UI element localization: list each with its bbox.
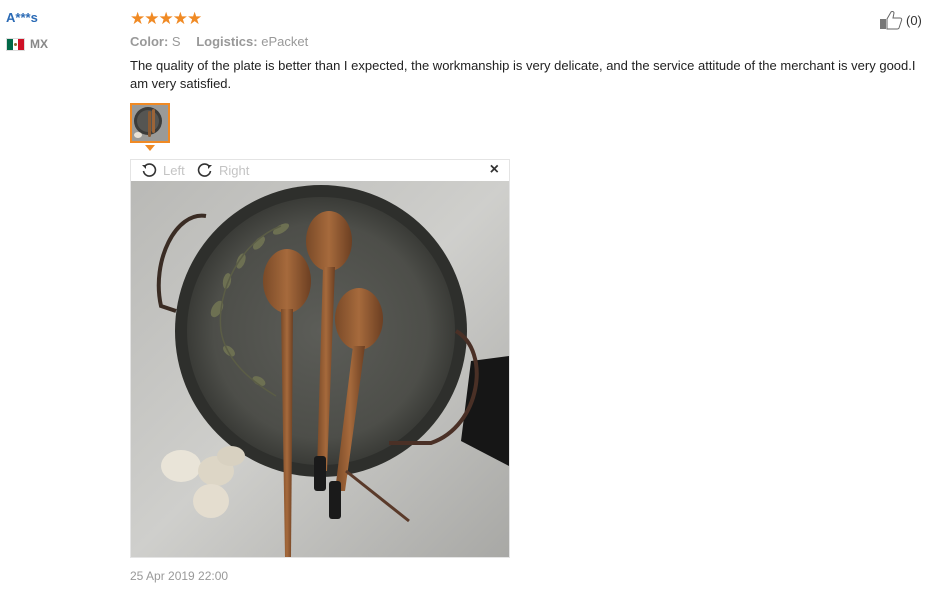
close-icon[interactable]: × <box>490 161 499 179</box>
review-text: The quality of the plate is better than … <box>130 58 916 91</box>
star-icon: ★ <box>187 9 202 28</box>
user-name[interactable]: A***s <box>6 10 38 25</box>
rotate-left-icon <box>142 163 157 177</box>
star-rating: ★ ★ ★ ★ ★ <box>130 9 202 28</box>
mexico-flag-icon <box>6 37 25 51</box>
country-code: MX <box>30 37 48 51</box>
rotate-right-label: Right <box>219 162 250 178</box>
review-photo <box>131 181 509 557</box>
helpful-button[interactable]: (0) <box>879 10 922 30</box>
thumbs-up-icon <box>880 10 903 30</box>
thumbnail-selected-indicator <box>145 145 155 151</box>
star-icon: ★ <box>158 9 174 28</box>
color-label: Color: <box>130 34 169 49</box>
order-info: Color: S Logistics: ePacket <box>130 34 320 49</box>
photo-viewer: Left Right × <box>130 159 510 558</box>
review-photo-thumbnail[interactable] <box>130 103 170 143</box>
star-icon: ★ <box>130 9 145 28</box>
rotate-right-icon <box>197 163 212 177</box>
viewer-toolbar: Left Right × <box>131 160 509 181</box>
rotate-left-button[interactable]: Left <box>141 162 185 178</box>
logistics-value: ePacket <box>261 34 309 49</box>
star-icon: ★ <box>144 9 159 28</box>
review-date: 25 Apr 2019 22:00 <box>130 569 229 583</box>
star-icon: ★ <box>172 9 188 28</box>
rotate-right-button[interactable]: Right <box>197 162 249 178</box>
logistics-label: Logistics: <box>196 34 258 49</box>
country: MX <box>6 37 48 51</box>
helpful-count: (0) <box>906 12 922 28</box>
rotate-left-label: Left <box>163 162 185 178</box>
color-value: S <box>171 34 181 49</box>
